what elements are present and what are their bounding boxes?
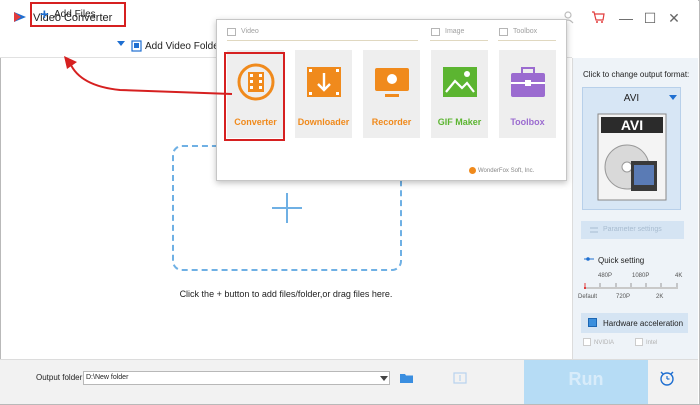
video-section-label: Video [241,28,259,35]
converter-highlight [224,52,285,141]
sliders-icon [590,227,598,233]
brand-label: WonderFox Soft, Inc. [478,168,535,174]
quick-setting-icon [584,257,594,261]
parameter-settings-button[interactable]: Parameter settings [581,221,684,239]
quick-setting-label: Quick setting [598,256,645,265]
add-files-dropdown-icon[interactable] [117,41,125,46]
wonderfox-logo-icon [469,167,476,174]
toolbox-section-icon [499,28,508,36]
alarm-clock-icon[interactable] [658,369,676,387]
tick-1080p: 1080P [632,273,650,279]
tile-recorder[interactable]: Recorder [363,50,420,138]
tile-gif-maker[interactable]: GIF Maker [431,50,488,138]
output-folder-dropdown-icon[interactable] [380,376,388,381]
tick-720p: 720P [616,294,631,300]
folder-film-icon [131,40,142,52]
minimize-button[interactable]: — [614,7,638,29]
hardware-acceleration-checkbox[interactable] [588,318,597,327]
video-section-divider [227,40,418,41]
tick-2k: 2K [656,294,664,300]
tick-default: Default [578,294,598,300]
tile-gif-maker-label: GIF Maker [437,117,482,127]
recorder-icon [375,68,409,97]
output-format-name: AVI [623,93,640,104]
hardware-acceleration-label: Hardware acceleration [603,319,684,328]
video-section-icon [227,28,236,36]
quality-slider-fill [584,287,586,289]
nvidia-label: NVIDIA [594,340,615,346]
maximize-button[interactable]: ☐ [638,7,662,29]
app-logo-icon [14,12,26,22]
add-plus-icon-vertical[interactable] [286,193,288,223]
quality-slider-ticks [584,283,678,287]
avi-image-text: AVI [621,117,643,133]
cart-icon[interactable] [591,10,605,24]
parameter-settings-label: Parameter settings [603,226,662,233]
add-files-button[interactable]: + Add Files [30,2,126,27]
image-section-icon [431,28,440,36]
output-format-caption: Click to change output format: [583,70,690,79]
downloader-icon [307,67,341,97]
tick-4k: 4K [675,273,683,279]
output-folder-field[interactable]: D:\New folder [83,371,390,385]
tick-480p: 480P [598,273,613,279]
add-files-label: Add Files [54,9,96,20]
intel-checkbox[interactable] [635,338,643,347]
tile-downloader[interactable]: Downloader [295,50,352,138]
plus-icon: + [40,6,49,23]
output-folder-label: Output folder: [36,373,85,382]
drop-hint: Click the + button to add files/folder,o… [179,289,393,299]
run-label: Run [568,369,604,389]
nvidia-option[interactable]: NVIDIA [583,336,614,350]
format-dropdown-icon[interactable] [669,95,677,100]
tile-toolbox[interactable]: Toolbox [499,50,556,138]
tile-toolbox-label: Toolbox [510,117,545,127]
tile-downloader-label: Downloader [297,117,350,127]
gif-maker-icon [443,67,477,97]
run-button[interactable]: Run [524,360,648,404]
quality-slider[interactable] [584,287,678,289]
intel-option[interactable]: Intel [635,336,657,350]
toolbox-section-label: Toolbox [513,28,538,35]
tile-recorder-label: Recorder [371,117,412,127]
image-section-divider [430,40,488,41]
open-output-folder-icon[interactable] [453,371,467,384]
toolbox-section-divider [498,40,556,41]
nvidia-checkbox[interactable] [583,338,591,347]
add-video-folder-label: Add Video Folder [145,41,223,52]
browse-folder-icon[interactable] [399,372,414,384]
close-button[interactable]: ✕ [662,7,686,29]
intel-label: Intel [646,340,658,346]
image-section-label: Image [445,28,465,35]
avi-format-icon: AVI [597,113,667,201]
toolbox-icon [511,67,545,97]
